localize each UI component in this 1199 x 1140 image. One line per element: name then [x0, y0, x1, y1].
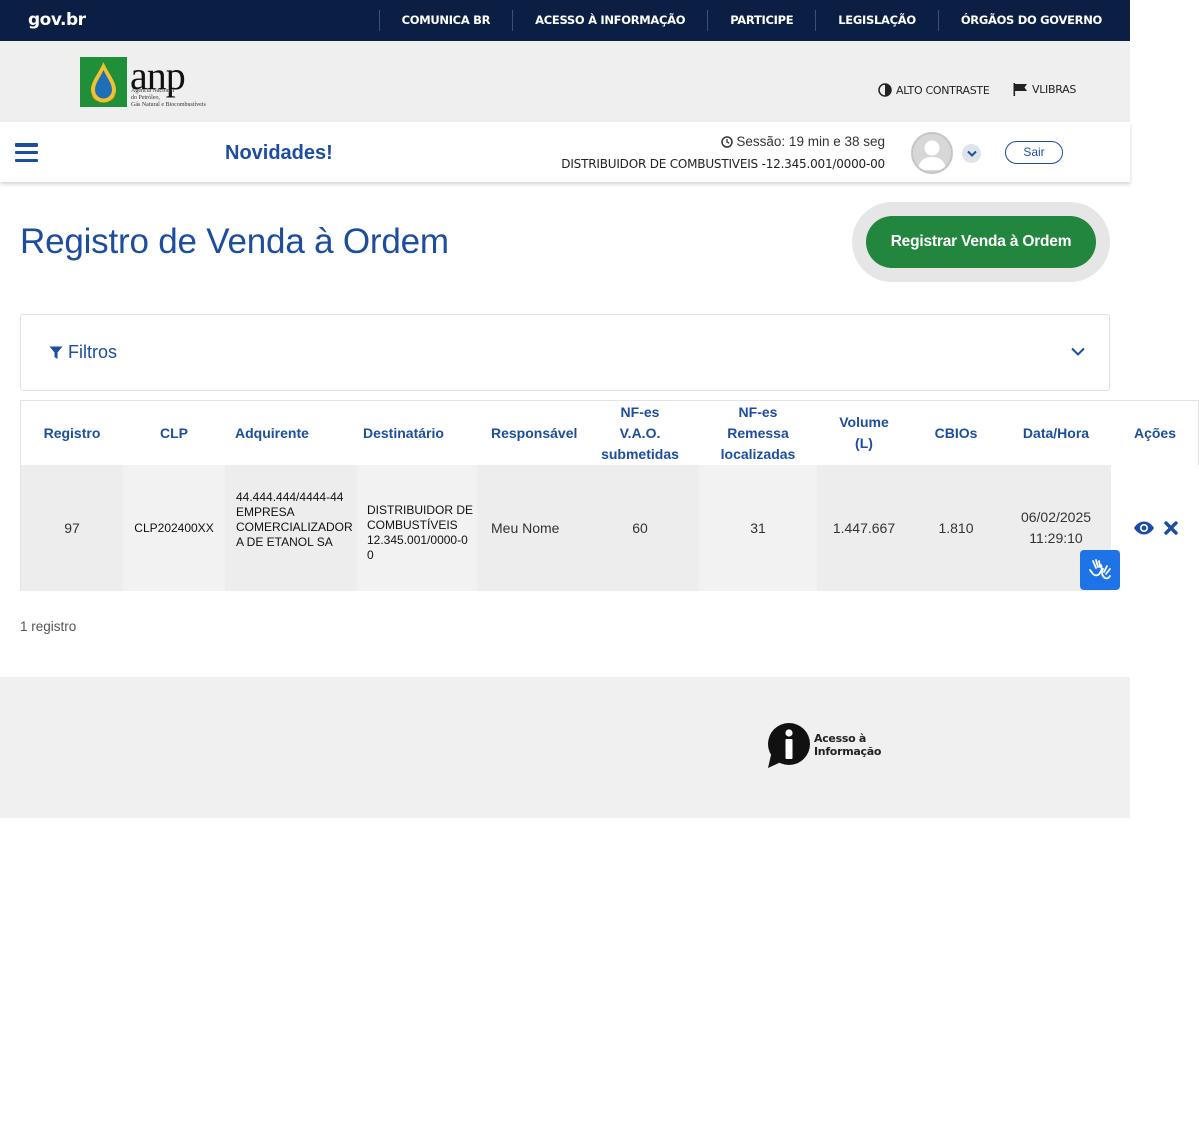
- anp-logo-subtitle: Agência Nacional do Petróleo, Gás Natura…: [131, 88, 211, 109]
- table-row: 97 CLP202400XX 44.444.444/4444-44 EMPRES…: [21, 465, 1199, 591]
- alto-contraste-button[interactable]: ALTO CONTRASTE: [878, 83, 990, 97]
- cell-adquirente: 44.444.444/4444-44 EMPRESA COMERCIALIZAD…: [236, 489, 353, 549]
- contrast-icon: [878, 83, 892, 97]
- col-destinatario[interactable]: Destinatário: [357, 401, 477, 465]
- novidades-link[interactable]: Novidades!: [225, 142, 333, 165]
- cell-cbios: 1.810: [938, 520, 974, 536]
- hands-icon: [1089, 559, 1111, 580]
- col-adquirente[interactable]: Adquirente: [225, 401, 317, 465]
- page-title: Registro de Venda à Ordem: [20, 222, 449, 261]
- col-registro[interactable]: Registro: [21, 401, 123, 465]
- vlibras-button[interactable]: VLIBRAS: [1013, 83, 1076, 96]
- session-timer: Sessão: 19 min e 38 seg: [721, 134, 885, 149]
- gov-link-orgaos[interactable]: ÓRGÃOS DO GOVERNO: [937, 10, 1130, 31]
- anp-logo[interactable]: anp Agência Nacional do Petróleo, Gás Na…: [80, 53, 206, 110]
- chevron-down-icon: [966, 150, 977, 157]
- register-venda-button[interactable]: Registrar Venda à Ordem: [866, 216, 1096, 268]
- company-name: DISTRIBUIDOR DE COMBUSTIVEIS -12.345.001…: [561, 157, 885, 171]
- header-line: submetidas: [601, 445, 679, 462]
- col-volume-label: Volume (L): [839, 412, 889, 454]
- col-acoes: Ações: [1133, 424, 1177, 441]
- header-line: Remessa: [727, 424, 789, 441]
- avatar[interactable]: [911, 132, 953, 174]
- header-line: V.A.O.: [619, 424, 661, 441]
- site-footer: Acesso à Informação: [0, 677, 1130, 818]
- filters-panel[interactable]: Filtros: [20, 314, 1110, 391]
- gov-bar: gov.br COMUNICA BR ACESSO À INFORMAÇÃO P…: [0, 0, 1130, 41]
- chevron-down-icon: [1071, 347, 1085, 356]
- cell-data: 06/02/2025: [1020, 509, 1092, 525]
- anp-sub-line: do Petróleo,: [131, 95, 160, 101]
- gov-links: COMUNICA BR ACESSO À INFORMAÇÃO PARTICIP…: [378, 10, 1130, 31]
- anp-drop-icon: [91, 62, 116, 103]
- flag-icon: [1013, 83, 1027, 96]
- col-nfes-remessa[interactable]: NF-es Remessa localizadas: [699, 401, 817, 465]
- cell-responsavel: Meu Nome: [491, 520, 560, 536]
- user-menu-toggle[interactable]: [962, 144, 981, 163]
- col-nfes-remessa-label: NF-es Remessa localizadas: [721, 402, 796, 465]
- gov-link-legislacao[interactable]: LEGISLAÇÃO: [815, 10, 938, 31]
- cell-hora: 11:29:10: [1029, 530, 1083, 546]
- col-nfes-vao-label: NF-es V.A.O. submetidas: [601, 402, 679, 465]
- header-line: NF-es: [738, 403, 778, 420]
- header-line: (L): [855, 435, 873, 451]
- cell-nfes-vao: 60: [632, 520, 648, 536]
- header-line: NF-es: [620, 403, 660, 420]
- results-table: Registro CLP Adquirente Destinatário Res…: [20, 400, 1199, 591]
- vlibras-label: VLIBRAS: [1032, 83, 1077, 96]
- filter-icon: [49, 346, 63, 359]
- cell-destinatario: DISTRIBUIDOR DE COMBUSTÍVEIS 12.345.001/…: [357, 465, 477, 591]
- clock-icon: [721, 135, 734, 148]
- delete-icon[interactable]: [1163, 521, 1178, 535]
- col-nfes-vao[interactable]: NF-es V.A.O. submetidas: [581, 401, 699, 465]
- anp-sub-line: Agência Nacional: [131, 88, 175, 94]
- gov-link-comunica[interactable]: COMUNICA BR: [378, 10, 513, 31]
- header-line: localizadas: [720, 445, 796, 462]
- results-count: 1 registro: [20, 619, 77, 634]
- vlibras-widget[interactable]: [1080, 550, 1120, 590]
- info-icon[interactable]: [765, 722, 813, 770]
- cell-acoes: [1111, 465, 1199, 591]
- eye-icon[interactable]: [1133, 521, 1155, 535]
- acesso-line: Informação: [814, 745, 882, 758]
- filters-header[interactable]: Filtros: [49, 342, 117, 363]
- session-timer-text: Sessão: 19 min e 38 seg: [736, 134, 885, 149]
- gov-link-acesso[interactable]: ACESSO À INFORMAÇÃO: [512, 10, 707, 31]
- logout-button[interactable]: Sair: [1005, 141, 1063, 164]
- filters-label: Filtros: [68, 342, 117, 362]
- acesso-informacao-link[interactable]: Acesso à Informação: [814, 732, 881, 758]
- cell-volume: 1.447.667: [832, 520, 896, 536]
- alto-contraste-label: ALTO CONTRASTE: [896, 83, 990, 97]
- col-clp[interactable]: CLP: [123, 401, 225, 465]
- menu-icon[interactable]: [15, 143, 38, 162]
- acesso-line: Acesso à: [814, 732, 866, 745]
- table-header: Registro CLP Adquirente Destinatário Res…: [21, 401, 1198, 465]
- col-volume[interactable]: Volume (L): [817, 401, 911, 465]
- cell-clp: CLP202400XX: [123, 465, 225, 591]
- gov-br-logo[interactable]: gov.br: [28, 10, 86, 30]
- col-datahora[interactable]: Data/Hora: [1001, 401, 1111, 465]
- gov-link-participe[interactable]: PARTICIPE: [707, 10, 815, 31]
- cell-registro: 97: [64, 520, 80, 536]
- col-cbios[interactable]: CBIOs: [911, 401, 1001, 465]
- register-button-wrapper: Registrar Venda à Ordem: [852, 202, 1110, 282]
- user-icon: [918, 140, 946, 170]
- cell-datahora-text: 06/02/2025 11:29:10: [1021, 507, 1091, 549]
- anp-sub-line: Gás Natural e Biocombustíveis: [131, 102, 206, 108]
- cell-nfes-remessa: 31: [699, 465, 817, 591]
- sub-navbar: Novidades! Sessão: 19 min e 38 seg DISTR…: [0, 122, 1130, 182]
- filters-toggle[interactable]: [1071, 343, 1085, 361]
- header-line: Volume: [839, 414, 889, 430]
- col-responsavel[interactable]: Responsável: [483, 401, 577, 465]
- site-header: anp Agência Nacional do Petróleo, Gás Na…: [0, 41, 1130, 122]
